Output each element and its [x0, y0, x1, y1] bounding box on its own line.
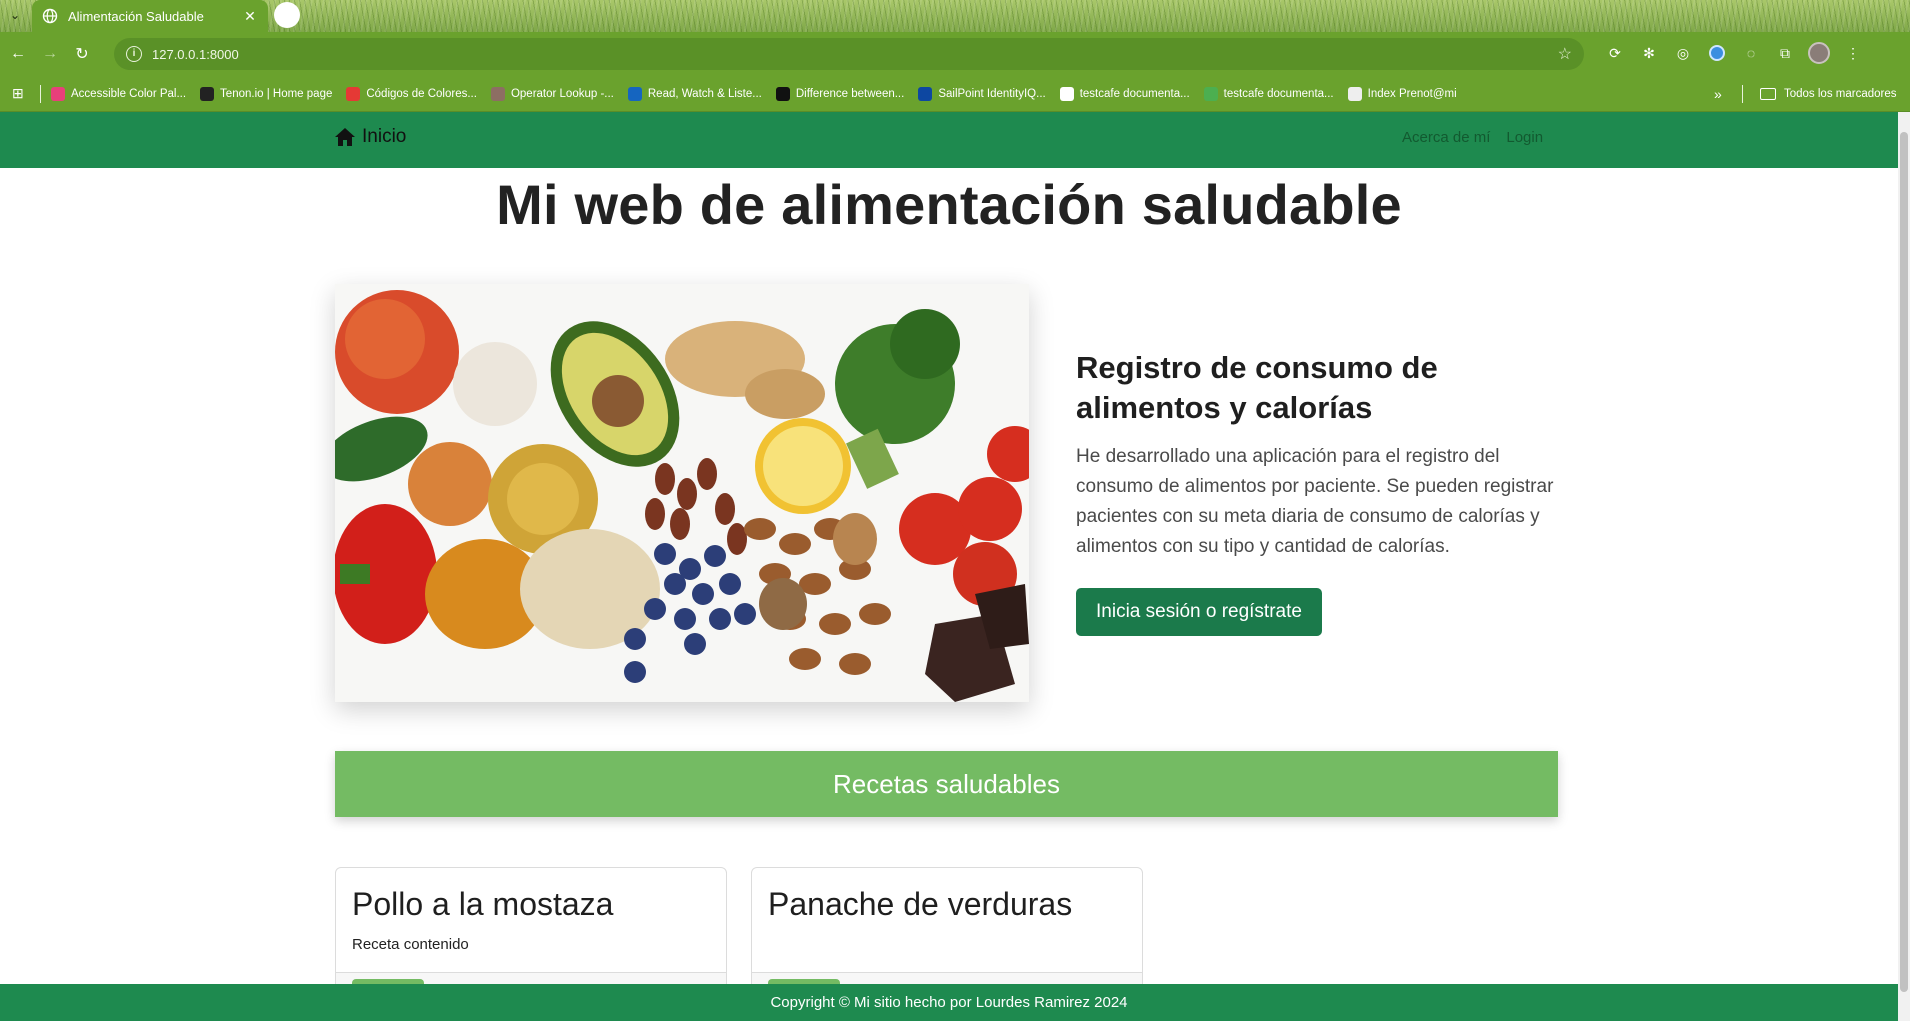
- apps-grid-icon[interactable]: ⊞: [12, 85, 30, 102]
- recipe-card-title: Panache de verduras: [768, 886, 1073, 922]
- bookmark-item[interactable]: Códigos de Colores...: [346, 86, 477, 101]
- bookmark-item[interactable]: Difference between...: [775, 86, 905, 101]
- back-arrow-icon[interactable]: ←: [4, 40, 32, 68]
- bookmark-label: SailPoint IdentityIQ...: [938, 87, 1046, 100]
- bookmark-item[interactable]: Read, Watch & Liste...: [627, 86, 762, 101]
- browser-menu-icon[interactable]: ⋮: [1842, 42, 1864, 64]
- bookmarks-divider-right: [1742, 85, 1743, 103]
- bookmark-label: Operator Lookup -...: [510, 87, 614, 100]
- all-bookmarks-button[interactable]: Todos los marcadores: [1760, 76, 1897, 112]
- bookmark-label: Read, Watch & Liste...: [647, 87, 762, 100]
- bookmark-item[interactable]: testcafe documenta...: [1203, 86, 1334, 101]
- hero-text: Registro de consumo de alimentos y calor…: [1076, 348, 1556, 562]
- bookmark-item[interactable]: Accessible Color Pal...: [51, 86, 187, 101]
- globe-icon: [42, 8, 58, 24]
- extension-blue-icon[interactable]: [1706, 42, 1728, 64]
- browser-tab-strip: ⌄ Alimentación Saludable ✕: [0, 0, 1910, 32]
- bookmarks-divider: [40, 84, 41, 103]
- site-info-icon[interactable]: i: [126, 46, 142, 62]
- bookmark-favicon-icon: [51, 86, 65, 101]
- forward-arrow-icon[interactable]: →: [36, 40, 64, 68]
- bookmark-item[interactable]: Index Prenot@mi: [1347, 86, 1457, 101]
- bookmark-item[interactable]: Tenon.io | Home page: [200, 86, 333, 101]
- hero-description: He desarrollado una aplicación para el r…: [1076, 446, 1554, 557]
- recipe-card-body: Receta contenido: [352, 936, 469, 953]
- extensions-puzzle-icon[interactable]: ⧉: [1774, 42, 1796, 64]
- bookmark-label: Códigos de Colores...: [366, 87, 477, 100]
- bookmarks-list: Accessible Color Pal... Tenon.io | Home p…: [51, 86, 1471, 101]
- bookmark-favicon-icon: [200, 86, 215, 101]
- recipe-card-title: Pollo a la mostaza: [352, 886, 614, 922]
- extension-refresh-icon[interactable]: ⟳: [1604, 42, 1626, 64]
- bookmark-label: testcafe documenta...: [1223, 87, 1334, 100]
- bookmark-item[interactable]: Operator Lookup -...: [490, 86, 614, 101]
- hero-heading: Registro de consumo de alimentos y calor…: [1076, 350, 1438, 425]
- bookmark-star-icon[interactable]: ☆: [1558, 44, 1572, 64]
- extension-disabled-icon[interactable]: ◌: [1740, 42, 1762, 64]
- tab-search-chevron-icon[interactable]: ⌄: [6, 6, 24, 24]
- nav-link-about[interactable]: Acerca de mí: [1402, 129, 1490, 146]
- brand-label: Inicio: [362, 126, 407, 147]
- bookmark-label: Difference between...: [795, 87, 905, 100]
- bookmark-label: Tenon.io | Home page: [220, 87, 333, 100]
- browser-toolbar: ← → ↻ i 127.0.0.1:8000 ☆ ⟳ ✻ ◎ ◌ ⧉ ⋮: [0, 32, 1910, 76]
- tab-title: Alimentación Saludable: [68, 8, 204, 24]
- site-footer: Copyright © Mi sitio hecho por Lourdes R…: [0, 984, 1898, 1021]
- bookmark-favicon-icon: [918, 86, 933, 101]
- bookmark-item[interactable]: SailPoint IdentityIQ...: [918, 86, 1046, 101]
- bookmark-favicon-icon: [627, 86, 642, 101]
- all-bookmarks-label: Todos los marcadores: [1784, 88, 1897, 100]
- nav-link-login[interactable]: Login: [1506, 129, 1543, 146]
- url-text[interactable]: 127.0.0.1:8000: [152, 47, 1558, 62]
- bookmark-favicon-icon: [1347, 86, 1362, 101]
- bookmark-favicon-icon: [346, 86, 361, 101]
- login-register-button[interactable]: Inicia sesión o regístrate: [1076, 588, 1322, 636]
- reload-icon[interactable]: ↻: [68, 40, 96, 68]
- bookmark-favicon-icon: [1203, 86, 1218, 101]
- folder-icon: [1760, 88, 1776, 100]
- bookmark-label: Accessible Color Pal...: [71, 87, 187, 100]
- home-link[interactable]: Inicio: [334, 126, 406, 148]
- healthy-food-illustration: [335, 284, 1029, 702]
- home-icon: [335, 128, 355, 146]
- address-bar[interactable]: i 127.0.0.1:8000 ☆: [114, 38, 1584, 70]
- bookmark-favicon-icon: [1059, 86, 1074, 101]
- new-tab-button[interactable]: [274, 2, 300, 28]
- bookmark-favicon-icon: [490, 86, 505, 101]
- extension-target-icon[interactable]: ◎: [1672, 42, 1694, 64]
- close-tab-icon[interactable]: ✕: [242, 8, 258, 25]
- scrollbar-thumb[interactable]: [1900, 132, 1908, 992]
- nav-links: Acerca de mí Login: [1402, 129, 1543, 146]
- browser-tab-active[interactable]: Alimentación Saludable ✕: [32, 0, 268, 32]
- recipes-banner: Recetas saludables: [335, 751, 1558, 817]
- healthy-food-image: [335, 284, 1029, 702]
- bookmark-item[interactable]: testcafe documenta...: [1059, 86, 1190, 101]
- bookmarks-bar: ⊞ Accessible Color Pal... Tenon.io | Home…: [0, 76, 1910, 112]
- page-viewport: Inicio Acerca de mí Login Mi web de alim…: [0, 112, 1910, 1021]
- bookmark-label: Index Prenot@mi: [1367, 87, 1457, 100]
- profile-avatar[interactable]: [1808, 42, 1830, 64]
- page-scrollbar[interactable]: [1898, 112, 1910, 1021]
- footer-copyright: Copyright © Mi sitio hecho por Lourdes R…: [770, 994, 1128, 1011]
- extension-atom-icon[interactable]: ✻: [1638, 42, 1660, 64]
- more-bookmarks-icon[interactable]: »: [1714, 86, 1722, 102]
- site-navbar: Inicio Acerca de mí Login: [0, 112, 1898, 168]
- bookmark-favicon-icon: [775, 86, 790, 101]
- page-title: Mi web de alimentación saludable: [496, 173, 1402, 236]
- bookmark-label: testcafe documenta...: [1079, 87, 1190, 100]
- extensions-area: ⟳ ✻ ◎ ◌ ⧉ ⋮: [1604, 42, 1864, 64]
